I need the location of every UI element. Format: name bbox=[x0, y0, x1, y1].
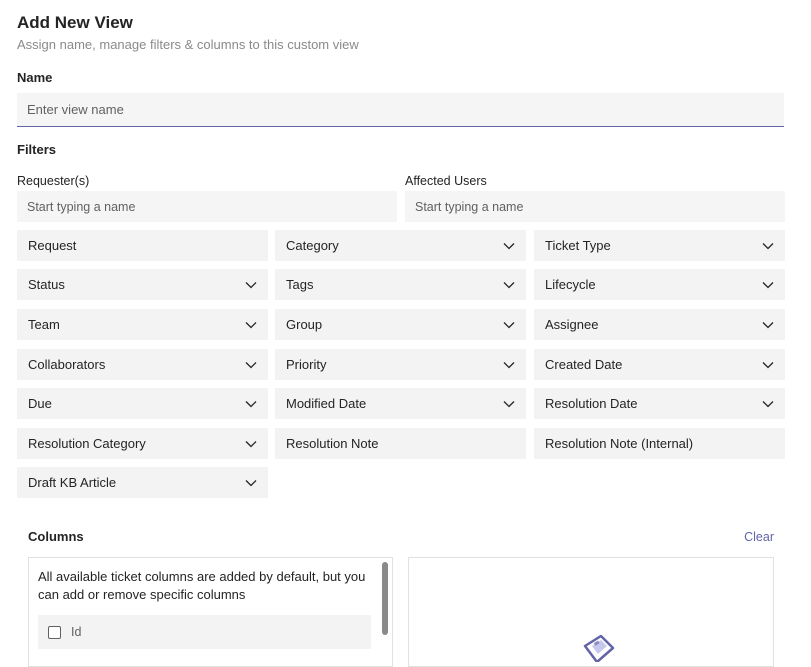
column-item-id[interactable]: Id bbox=[38, 615, 371, 649]
filter-resolution-date-dropdown[interactable]: Resolution Date bbox=[534, 388, 785, 419]
filter-label: Resolution Date bbox=[545, 396, 638, 411]
view-name-input[interactable] bbox=[17, 93, 784, 127]
chevron-down-icon bbox=[245, 398, 257, 410]
filter-team-dropdown[interactable]: Team bbox=[17, 309, 268, 340]
filter-resolution-note-input[interactable]: Resolution Note bbox=[275, 428, 526, 459]
filter-request-input[interactable]: Request bbox=[17, 230, 268, 261]
chevron-down-icon bbox=[245, 279, 257, 291]
filter-assignee-dropdown[interactable]: Assignee bbox=[534, 309, 785, 340]
filter-priority-dropdown[interactable]: Priority bbox=[275, 349, 526, 380]
filter-label: Request bbox=[28, 238, 77, 253]
filters-label: Filters bbox=[17, 142, 57, 157]
chevron-down-icon bbox=[503, 279, 515, 291]
chevron-down-icon bbox=[762, 279, 774, 291]
filter-label: Created Date bbox=[545, 357, 623, 372]
filter-label: Tags bbox=[286, 277, 314, 292]
filter-resolution-note-internal-input[interactable]: Resolution Note (Internal) bbox=[534, 428, 785, 459]
filter-label: Resolution Note bbox=[286, 436, 379, 451]
filter-label: Assignee bbox=[545, 317, 599, 332]
filter-label: Modified Date bbox=[286, 396, 367, 411]
filter-status-dropdown[interactable]: Status bbox=[17, 269, 268, 300]
requester-label: Requester(s) bbox=[17, 174, 90, 188]
column-checkbox-id[interactable] bbox=[48, 625, 61, 639]
chevron-down-icon bbox=[245, 359, 257, 371]
filter-label: Status bbox=[28, 277, 65, 292]
chevron-down-icon bbox=[245, 319, 257, 331]
chevron-down-icon bbox=[503, 398, 515, 410]
filter-label: Priority bbox=[286, 357, 327, 372]
filter-ticket-type-dropdown[interactable]: Ticket Type bbox=[534, 230, 785, 261]
empty-state-illustration bbox=[583, 634, 615, 662]
filter-lifecycle-dropdown[interactable]: Lifecycle bbox=[534, 269, 785, 300]
chevron-down-icon bbox=[503, 240, 515, 252]
filter-label: Team bbox=[28, 317, 60, 332]
chevron-down-icon bbox=[762, 398, 774, 410]
affected-users-label: Affected Users bbox=[405, 174, 487, 188]
columns-title: Columns bbox=[28, 529, 84, 544]
filter-group-dropdown[interactable]: Group bbox=[275, 309, 526, 340]
filter-label: Resolution Note (Internal) bbox=[545, 436, 694, 451]
filter-label: Category bbox=[286, 238, 339, 253]
column-item-label: Id bbox=[71, 625, 82, 639]
page-title: Add New View bbox=[17, 13, 133, 32]
filter-label: Due bbox=[28, 396, 52, 411]
filter-created-date-dropdown[interactable]: Created Date bbox=[534, 349, 785, 380]
columns-scrollbar[interactable] bbox=[382, 562, 388, 635]
chevron-down-icon bbox=[503, 359, 515, 371]
filter-resolution-category-dropdown[interactable]: Resolution Category bbox=[17, 428, 268, 459]
columns-description: All available ticket columns are added b… bbox=[38, 569, 366, 602]
filter-tags-dropdown[interactable]: Tags bbox=[275, 269, 526, 300]
filter-label: Resolution Category bbox=[28, 436, 146, 451]
filter-due-dropdown[interactable]: Due bbox=[17, 388, 268, 419]
clear-columns-link[interactable]: Clear bbox=[744, 530, 774, 544]
filter-label: Lifecycle bbox=[545, 277, 596, 292]
filter-label: Group bbox=[286, 317, 323, 332]
chevron-down-icon bbox=[503, 319, 515, 331]
filter-label: Draft KB Article bbox=[28, 475, 117, 490]
chevron-down-icon bbox=[245, 477, 257, 489]
requester-input[interactable] bbox=[17, 191, 397, 222]
page-subtitle: Assign name, manage filters & columns to… bbox=[17, 37, 359, 52]
filter-label: Ticket Type bbox=[545, 238, 611, 253]
available-columns-panel: All available ticket columns are added b… bbox=[28, 557, 393, 667]
selected-columns-panel bbox=[408, 557, 774, 667]
filter-label: Collaborators bbox=[28, 357, 106, 372]
chevron-down-icon bbox=[762, 240, 774, 252]
filter-collaborators-dropdown[interactable]: Collaborators bbox=[17, 349, 268, 380]
chevron-down-icon bbox=[245, 438, 257, 450]
filter-category-dropdown[interactable]: Category bbox=[275, 230, 526, 261]
chevron-down-icon bbox=[762, 359, 774, 371]
affected-users-input[interactable] bbox=[405, 191, 785, 222]
chevron-down-icon bbox=[762, 319, 774, 331]
filter-draft-kb-article-dropdown[interactable]: Draft KB Article bbox=[17, 467, 268, 498]
name-label: Name bbox=[17, 70, 53, 85]
filter-modified-date-dropdown[interactable]: Modified Date bbox=[275, 388, 526, 419]
